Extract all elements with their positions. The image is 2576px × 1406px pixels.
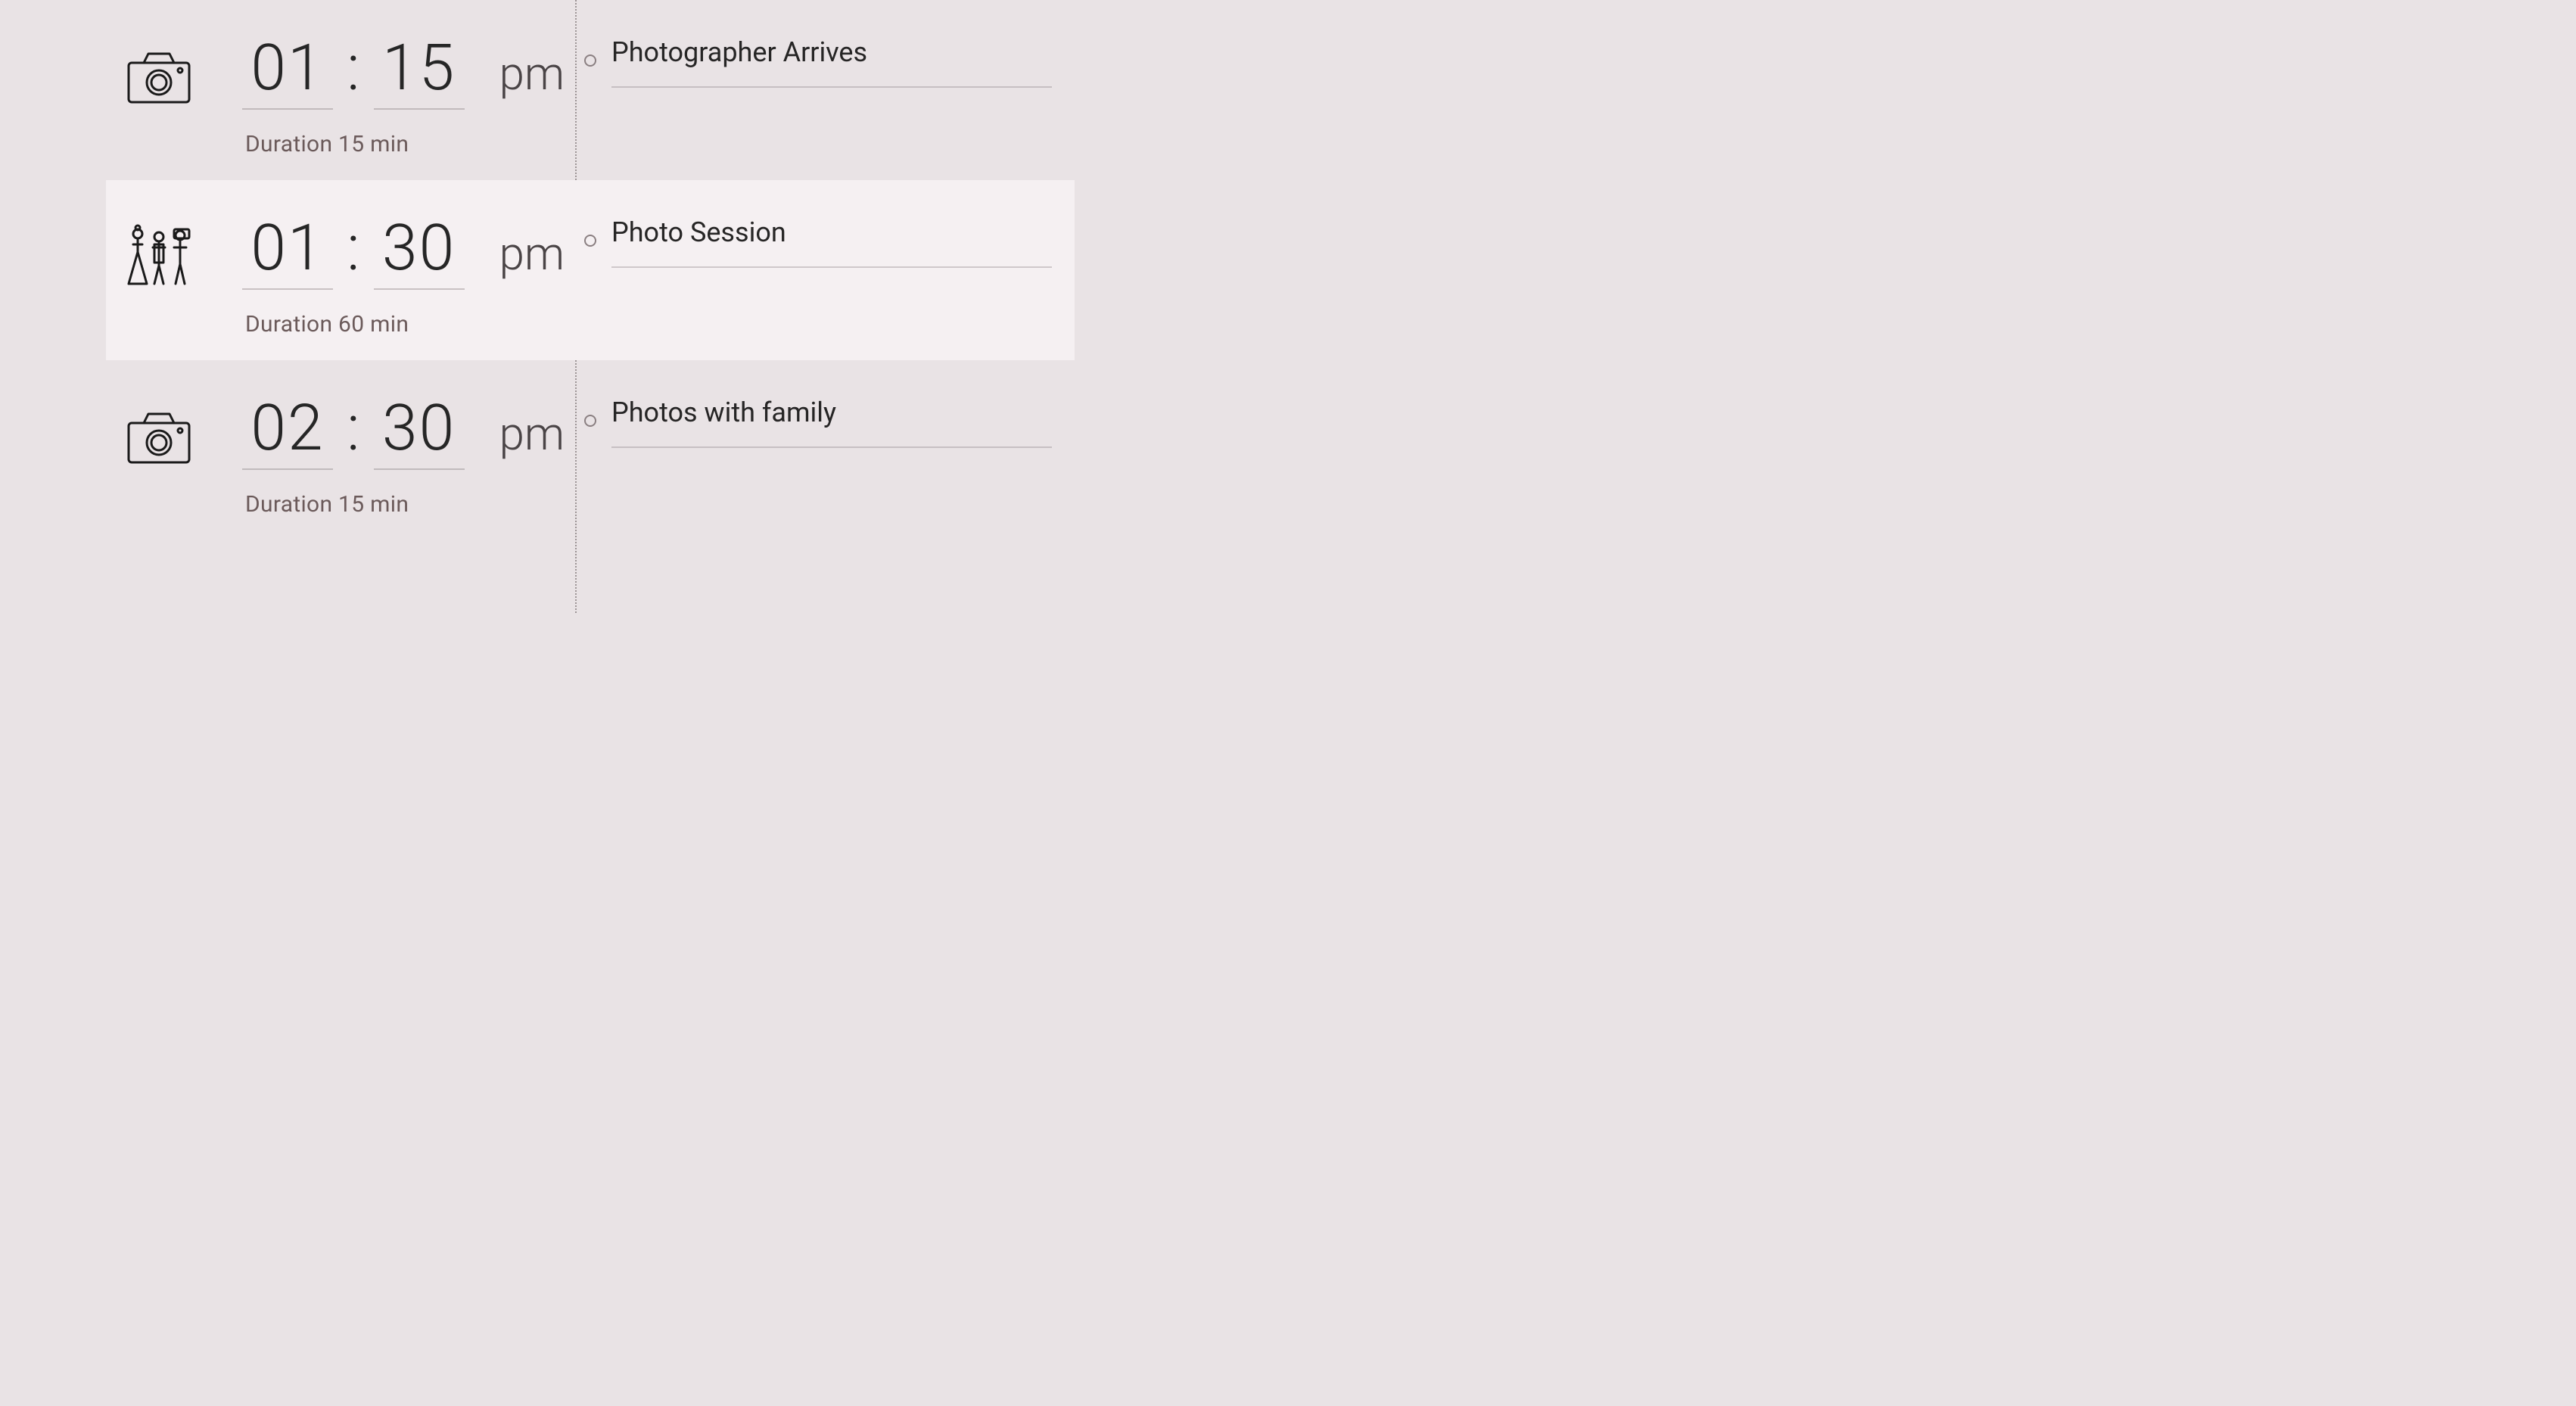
people-icon — [106, 210, 235, 338]
timeline-node — [575, 45, 605, 76]
timeline-event[interactable]: 02:30pmDuration 15 minPhotos with family — [106, 360, 1075, 540]
timeline-dot-icon — [584, 235, 596, 247]
event-time-block: 02:30pm Duration 15 min — [235, 390, 552, 518]
event-time: 02:30pm — [242, 390, 552, 470]
event-title[interactable]: Photos with family — [611, 397, 1052, 448]
event-title-field[interactable]: Photos with family — [611, 397, 1052, 448]
event-duration: Duration 15 min — [242, 491, 552, 518]
minute-input[interactable]: 15 — [374, 30, 465, 110]
ampm-toggle[interactable]: pm — [499, 400, 565, 461]
event-title[interactable]: Photo Session — [611, 216, 1052, 268]
event-title-field[interactable]: Photo Session — [611, 216, 1052, 268]
event-title-field[interactable]: Photographer Arrives — [611, 36, 1052, 88]
event-title[interactable]: Photographer Arrives — [611, 36, 1052, 88]
time-colon: : — [347, 216, 360, 288]
timeline-viewport: 01:15pmDuration 15 minPhotographer Arriv… — [0, 0, 1120, 613]
hour-input[interactable]: 01 — [242, 30, 333, 110]
timeline-event[interactable]: 01:30pmDuration 60 minPhoto Session — [106, 180, 1075, 360]
event-time-block: 01:15pm Duration 15 min — [235, 30, 552, 157]
timeline-node — [575, 406, 605, 436]
time-colon: : — [347, 397, 360, 468]
hour-input[interactable]: 01 — [242, 210, 333, 290]
ampm-toggle[interactable]: pm — [499, 39, 565, 101]
camera-icon — [106, 390, 235, 518]
minute-input[interactable]: 30 — [374, 210, 465, 290]
timeline-rows: 01:15pmDuration 15 minPhotographer Arriv… — [0, 0, 1120, 540]
event-time: 01:30pm — [242, 210, 552, 290]
camera-icon — [106, 30, 235, 157]
event-time: 01:15pm — [242, 30, 552, 110]
timeline-dot-icon — [584, 54, 596, 67]
hour-input[interactable]: 02 — [242, 390, 333, 470]
ampm-toggle[interactable]: pm — [499, 219, 565, 281]
timeline-dot-icon — [584, 415, 596, 427]
timeline-node — [575, 226, 605, 256]
time-colon: : — [347, 36, 360, 107]
event-duration: Duration 60 min — [242, 311, 552, 338]
timeline-event[interactable]: 01:15pmDuration 15 minPhotographer Arriv… — [106, 0, 1075, 180]
event-time-block: 01:30pm Duration 60 min — [235, 210, 552, 338]
event-duration: Duration 15 min — [242, 131, 552, 157]
minute-input[interactable]: 30 — [374, 390, 465, 470]
